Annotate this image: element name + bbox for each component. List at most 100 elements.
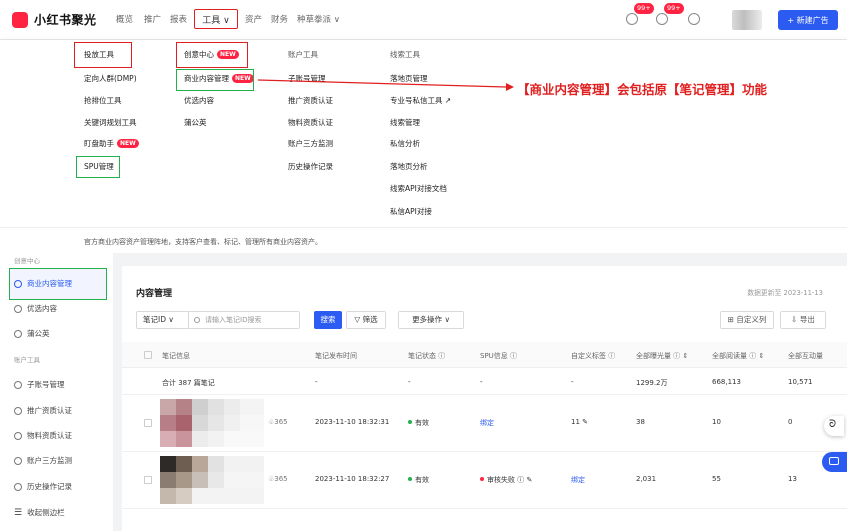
filter-button[interactable]: ▽ 筛选 [346,311,386,329]
search-field-select[interactable]: 笔记ID ∨ [136,311,190,329]
menu-item-dm-tool[interactable]: 专业号私信工具 ↗ [390,94,451,108]
menu-item-dm-analysis[interactable]: 私信分析 [390,137,420,151]
avatar[interactable] [732,10,762,30]
status-badge: 有效 [408,418,429,428]
table-row[interactable]: ♧365 2023-11-10 18:32:27 有效 审核失败 ⓘ ✎ 绑定 … [122,452,847,509]
menu-item-subaccount[interactable]: 子账号管理 [288,72,326,86]
sidebar-item-subaccount[interactable]: 子账号管理 [14,379,65,390]
total-interactions: 10,571 [788,378,813,386]
collapse-icon: ☰ [14,507,23,518]
account-icon [14,380,22,389]
total-reads: 668,113 [712,378,741,386]
custom-tag[interactable]: 11 ✎ [571,418,588,426]
sidebar-item-promo-cert[interactable]: 推广资质认证 [14,405,72,416]
col-custom-tag: 自定义标签 ⓘ [571,352,616,360]
menu-item-monitor[interactable]: 盯盘助手 NEW [84,137,139,151]
impressions: 38 [636,418,645,426]
headset-icon: ᘐ [829,419,837,430]
menu-item-ranking[interactable]: 抢排位工具 [84,94,122,108]
export-button[interactable]: ⇩ 导出 [780,311,826,329]
menu-item-leads-api[interactable]: 线索API对接文档 [390,182,447,196]
sidebar-item-dandelion[interactable]: 蒲公英 [14,328,50,339]
sidebar-section-creative: 创意中心 [14,257,40,265]
spu-bind-link[interactable]: 绑定 [480,418,494,428]
menu-group-leads: 线索工具 [390,50,420,59]
menu-item-landing-analysis[interactable]: 落地页分析 [390,160,428,174]
update-time: 数据更新至 2023-11-13 [747,289,823,297]
message-badge: 99+ [664,3,684,14]
nav-tools[interactable]: 工具 ∨ [194,9,238,29]
tools-dropdown: 投放工具 定向人群(DMP) 抢排位工具 关键词规划工具 盯盘助手 NEW SPU… [0,40,847,237]
sidebar-item-history[interactable]: 历史操作记录 [14,481,72,492]
col-spu: SPU信息 ⓘ [480,352,518,360]
sidebar-collapse[interactable]: ☰ 收起侧边栏 [14,507,65,518]
message-icon[interactable] [656,13,668,25]
note-likes: ♧365 [268,418,288,426]
chat-float-button[interactable] [822,452,847,472]
content-icon [14,329,22,338]
menu-item-preferred[interactable]: 优选内容 [184,94,214,108]
row-checkbox[interactable] [144,476,152,484]
page-title: 内容管理 [136,289,173,299]
table-header: 笔记信息 笔记发布时间 笔记状态 ⓘ SPU信息 ⓘ 自定义标签 ⓘ 全部曝光量… [122,342,847,368]
menu-item-dmp[interactable]: 定向人群(DMP) [84,72,137,86]
support-float-button[interactable]: ᘐ [824,416,844,436]
table-row[interactable]: ♧365 2023-11-10 18:32:31 有效 绑定 11 ✎ 38 1… [122,395,847,452]
menu-item-leads[interactable]: 线索管理 [390,116,420,130]
sidebar-item-third-party[interactable]: 账户三方监测 [14,455,72,466]
sidebar-item-preferred[interactable]: 优选内容 [14,303,57,314]
logo-icon [12,11,28,28]
custom-tag[interactable]: 绑定 [571,475,585,485]
help-icon[interactable] [688,13,700,25]
menu-item-dandelion[interactable]: 蒲公英 [184,116,207,130]
menu-item-promo-cert[interactable]: 推广资质认证 [288,94,333,108]
nav-reports[interactable]: 报表 [170,13,187,25]
publish-time: 2023-11-10 18:32:27 [315,475,390,483]
col-note-info: 笔记信息 [162,352,190,360]
menu-item-dm-api[interactable]: 私信API对接 [390,205,432,219]
nav-assets[interactable]: 资产 [245,13,262,25]
nav-promotion[interactable]: 推广 [144,13,161,25]
col-impressions[interactable]: 全部曝光量 ⓘ ⇕ [636,351,688,361]
col-status: 笔记状态 ⓘ [408,352,446,360]
col-publish-time: 笔记发布时间 [315,352,357,360]
sidebar-item-material-cert[interactable]: 物料资质认证 [14,430,72,441]
select-all-checkbox[interactable] [144,351,152,359]
nav-seeding[interactable]: 种草拳派 ∨ [297,13,340,25]
menu-item-keyword[interactable]: 关键词规划工具 [84,116,137,130]
search-button[interactable]: 搜索 [314,311,342,329]
new-ad-button[interactable]: + 新建广告 [778,10,838,30]
note-thumbnail[interactable] [160,399,264,447]
account-icon [14,406,22,415]
account-icon [14,482,22,491]
menu-item-material-cert[interactable]: 物料资质认证 [288,116,333,130]
highlight-spu [76,156,120,178]
spu-status[interactable]: 审核失败 ⓘ ✎ [480,475,532,485]
bell-icon[interactable] [626,13,638,25]
search-input[interactable]: 请输入笔记ID搜索 [188,311,300,329]
nav-overview[interactable]: 概览 [116,13,133,25]
content-icon [14,304,22,313]
custom-columns-button[interactable]: ⊞ 自定义列 [720,311,774,329]
nav-finance[interactable]: 财务 [271,13,288,25]
menu-item-third-party[interactable]: 账户三方监测 [288,137,333,151]
row-checkbox[interactable] [144,419,152,427]
dropdown-description: 官方商业内容资产管理阵地，支持客户查看、标记、管理所有商业内容资产。 [84,238,322,246]
total-label: 合计 387 篇笔记 [162,379,215,387]
menu-item-landing[interactable]: 落地页管理 [390,72,428,86]
note-thumbnail[interactable] [160,456,264,504]
col-interactions[interactable]: 全部互动量 [788,351,823,361]
interactions: 0 [788,418,793,426]
more-actions-button[interactable]: 更多操作 ∨ [398,311,464,329]
menu-item-history[interactable]: 历史操作记录 [288,160,333,174]
account-icon [14,456,22,465]
menu-group-account: 账户工具 [288,50,318,59]
sidebar-item-business-content[interactable]: 商业内容管理 [9,268,107,300]
brand-logo[interactable]: 小红书聚光 [12,11,97,28]
search-icon [194,317,200,323]
col-reads[interactable]: 全部阅读量 ⓘ ⇕ [712,351,764,361]
interactions: 13 [788,475,797,483]
impressions: 2,031 [636,475,657,483]
reads: 10 [712,418,721,426]
top-nav: 小红书聚光 概览 推广 报表 工具 ∨ 资产 财务 种草拳派 ∨ 99+ 99+… [0,0,847,40]
